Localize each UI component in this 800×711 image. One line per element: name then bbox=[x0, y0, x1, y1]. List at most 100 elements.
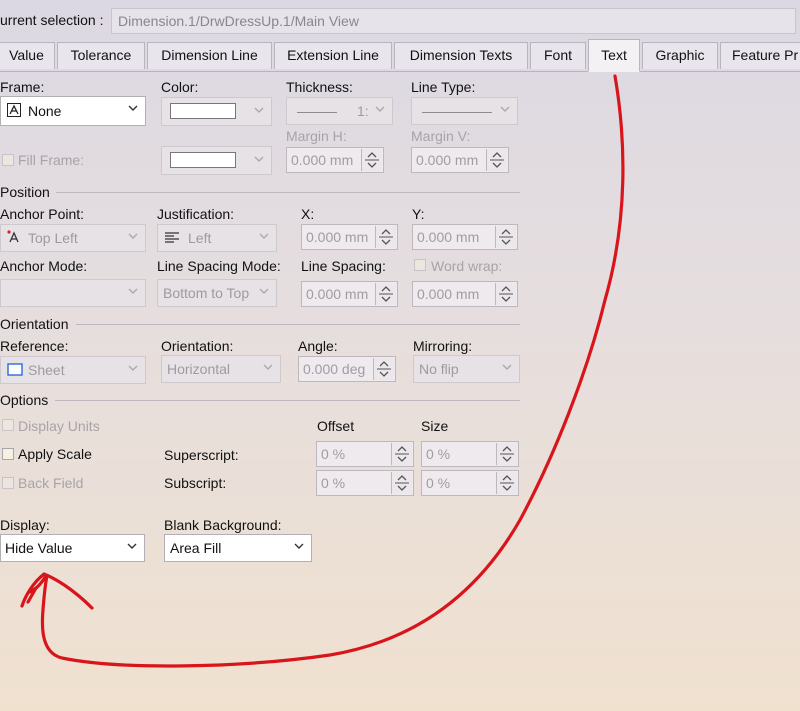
subscript-size-value: 0 % bbox=[426, 475, 451, 491]
reference-combo[interactable]: Sheet bbox=[0, 356, 146, 384]
word-wrap-checkbox[interactable] bbox=[414, 259, 426, 271]
offset-header: Offset bbox=[317, 418, 355, 434]
options-divider bbox=[55, 400, 520, 401]
line-spacing-mode-value: Bottom to Top bbox=[163, 285, 250, 301]
orientation-label: Orientation: bbox=[161, 338, 234, 354]
frame-text-icon bbox=[7, 103, 21, 120]
chevron-down-icon bbox=[254, 106, 264, 115]
orientation-section-title: Orientation bbox=[0, 316, 69, 332]
anchor-mode-combo[interactable] bbox=[0, 279, 146, 307]
orientation-value: Horizontal bbox=[167, 361, 231, 377]
current-selection-field: Dimension.1/DrwDressUp.1/Main View bbox=[111, 8, 796, 34]
thickness-combo[interactable]: 1: bbox=[286, 97, 393, 125]
apply-scale-label: Apply Scale bbox=[18, 446, 92, 462]
frame-combo[interactable]: None bbox=[0, 96, 146, 126]
x-spinner[interactable]: 0.000 mm bbox=[301, 224, 398, 250]
y-spinner[interactable]: 0.000 mm bbox=[412, 224, 518, 250]
blank-background-label: Blank Background: bbox=[164, 517, 282, 533]
anchor-point-combo[interactable]: Top Left bbox=[0, 224, 146, 252]
position-divider bbox=[56, 192, 520, 193]
spinner-buttons-icon[interactable] bbox=[391, 472, 412, 494]
tab-value[interactable]: Value bbox=[0, 42, 55, 69]
y-value: 0.000 mm bbox=[417, 229, 480, 245]
display-combo[interactable]: Hide Value bbox=[0, 534, 145, 562]
spinner-buttons-icon[interactable] bbox=[496, 472, 517, 494]
line-spacing-value: 0.000 mm bbox=[306, 286, 369, 302]
word-wrap-value: 0.000 mm bbox=[417, 286, 480, 302]
word-wrap-spinner[interactable]: 0.000 mm bbox=[412, 281, 518, 307]
justification-value: Left bbox=[188, 230, 212, 246]
color-swatch bbox=[170, 103, 236, 119]
line-type-combo[interactable] bbox=[411, 97, 518, 125]
margin-h-value: 0.000 mm bbox=[291, 152, 354, 168]
tab-dimension-line[interactable]: Dimension Line bbox=[147, 42, 272, 69]
tab-dimension-texts[interactable]: Dimension Texts bbox=[394, 42, 528, 69]
spinner-buttons-icon[interactable] bbox=[486, 149, 507, 171]
x-label: X: bbox=[301, 206, 315, 222]
margin-h-spinner[interactable]: 0.000 mm bbox=[286, 147, 384, 173]
tab-font[interactable]: Font bbox=[530, 42, 586, 69]
spinner-buttons-icon[interactable] bbox=[496, 443, 517, 465]
color-label: Color: bbox=[161, 79, 199, 95]
tab-tolerance[interactable]: Tolerance bbox=[57, 42, 145, 69]
subscript-offset-spinner[interactable]: 0 % bbox=[316, 470, 414, 496]
line-spacing-label: Line Spacing: bbox=[301, 258, 386, 274]
spinner-buttons-icon[interactable] bbox=[375, 283, 396, 305]
mirroring-combo[interactable]: No flip bbox=[413, 355, 520, 383]
fill-color-swatch bbox=[170, 152, 236, 168]
blank-background-value: Area Fill bbox=[170, 540, 222, 556]
mirroring-label: Mirroring: bbox=[413, 338, 473, 354]
spinner-buttons-icon[interactable] bbox=[373, 358, 394, 380]
margin-v-label: Margin V: bbox=[411, 128, 471, 144]
superscript-label: Superscript: bbox=[164, 447, 239, 463]
sheet-icon bbox=[7, 363, 23, 379]
mirroring-value: No flip bbox=[419, 361, 459, 377]
superscript-size-spinner[interactable]: 0 % bbox=[421, 441, 519, 467]
line-spacing-spinner[interactable]: 0.000 mm bbox=[301, 281, 398, 307]
angle-spinner[interactable]: 0.000 deg bbox=[298, 356, 396, 382]
fill-color-combo[interactable] bbox=[161, 146, 272, 175]
apply-scale-checkbox[interactable] bbox=[2, 448, 14, 460]
display-value: Hide Value bbox=[5, 540, 73, 556]
line-type-sample bbox=[422, 112, 492, 113]
frame-value: None bbox=[28, 103, 62, 119]
margin-h-label: Margin H: bbox=[286, 128, 347, 144]
margin-v-spinner[interactable]: 0.000 mm bbox=[411, 147, 509, 173]
tab-feature-properties[interactable]: Feature Pr bbox=[720, 42, 800, 69]
thickness-value: 1: bbox=[357, 103, 369, 119]
spinner-buttons-icon[interactable] bbox=[375, 226, 396, 248]
thickness-label: Thickness: bbox=[286, 79, 353, 95]
tab-graphic[interactable]: Graphic bbox=[642, 42, 718, 69]
justification-combo[interactable]: Left bbox=[157, 224, 277, 252]
chevron-down-icon bbox=[375, 105, 385, 114]
display-units-label: Display Units bbox=[18, 418, 100, 434]
back-field-checkbox[interactable] bbox=[2, 477, 14, 489]
position-section-title: Position bbox=[0, 184, 50, 200]
line-spacing-mode-combo[interactable]: Bottom to Top bbox=[157, 279, 277, 307]
y-label: Y: bbox=[412, 206, 425, 222]
spinner-buttons-icon[interactable] bbox=[361, 149, 382, 171]
superscript-offset-spinner[interactable]: 0 % bbox=[316, 441, 414, 467]
chevron-down-icon bbox=[259, 287, 269, 296]
margin-v-value: 0.000 mm bbox=[416, 152, 479, 168]
tab-text[interactable]: Text bbox=[588, 39, 640, 72]
chevron-down-icon bbox=[500, 105, 510, 114]
blank-background-combo[interactable]: Area Fill bbox=[164, 534, 312, 562]
color-combo[interactable] bbox=[161, 97, 272, 126]
align-left-icon bbox=[164, 231, 180, 248]
chevron-down-icon bbox=[128, 287, 138, 296]
display-units-checkbox[interactable] bbox=[2, 419, 14, 431]
spinner-buttons-icon[interactable] bbox=[495, 226, 516, 248]
fill-frame-label: Fill Frame: bbox=[18, 152, 85, 168]
chevron-down-icon bbox=[254, 155, 264, 164]
orientation-divider bbox=[76, 324, 520, 325]
spinner-buttons-icon[interactable] bbox=[495, 283, 516, 305]
superscript-size-value: 0 % bbox=[426, 446, 451, 462]
angle-value: 0.000 deg bbox=[303, 361, 366, 377]
options-section-title: Options bbox=[0, 392, 49, 408]
spinner-buttons-icon[interactable] bbox=[391, 443, 412, 465]
fill-frame-checkbox[interactable] bbox=[2, 154, 14, 166]
subscript-size-spinner[interactable]: 0 % bbox=[421, 470, 519, 496]
tab-extension-line[interactable]: Extension Line bbox=[274, 42, 392, 69]
orientation-combo[interactable]: Horizontal bbox=[161, 355, 281, 383]
